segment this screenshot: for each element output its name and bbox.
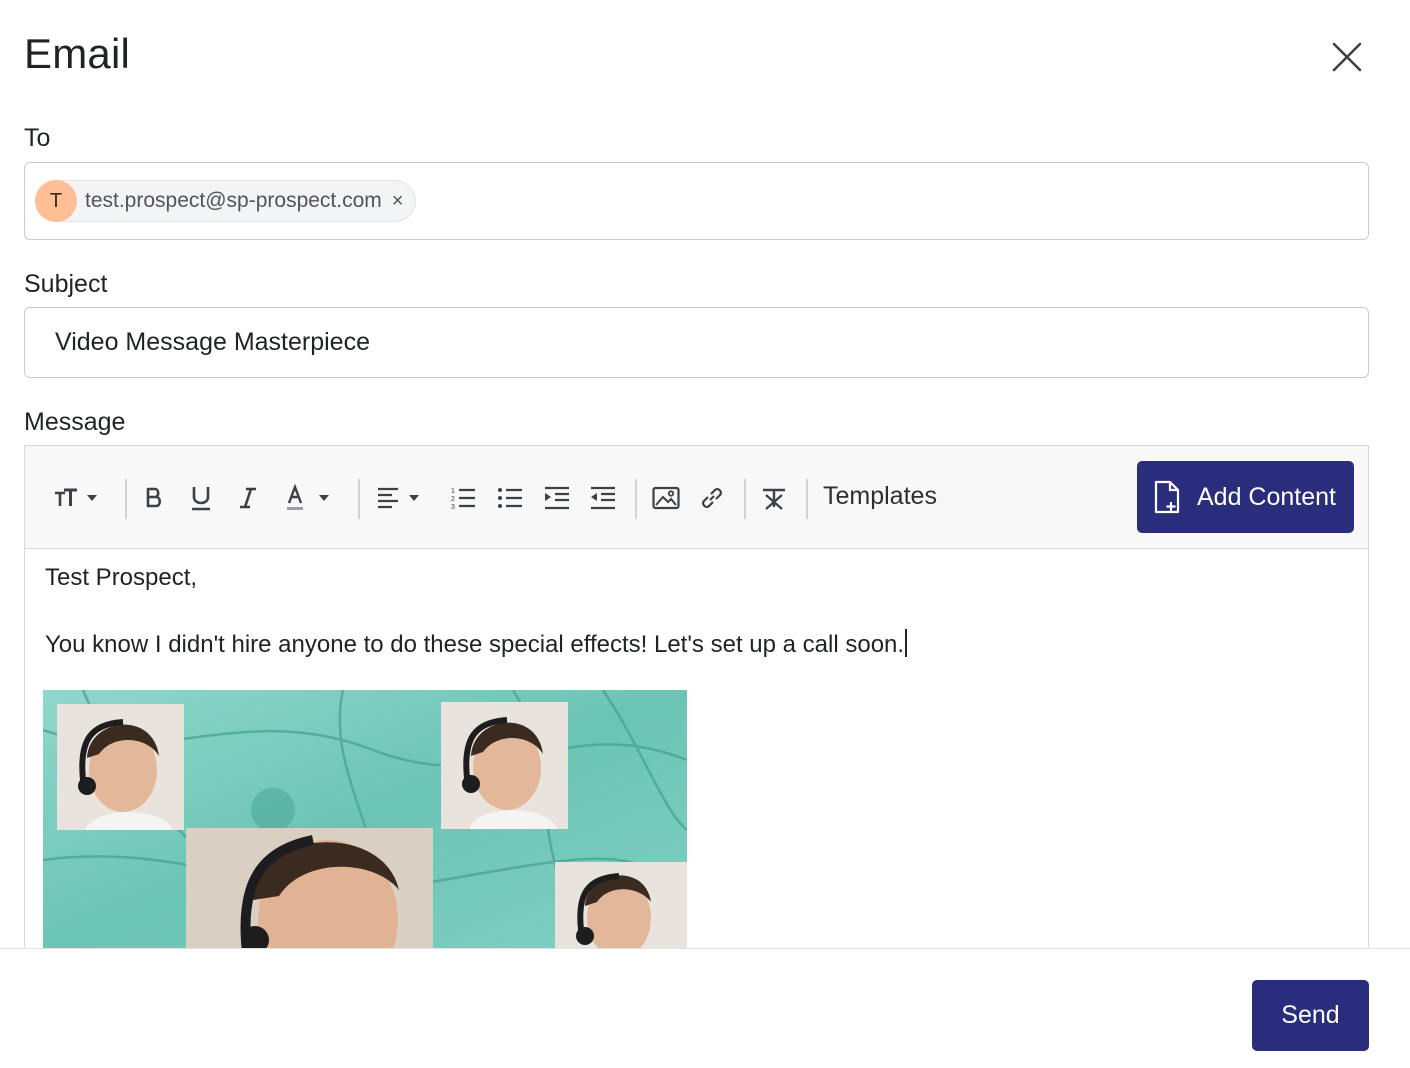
- to-field[interactable]: T test.prospect@sp-prospect.com ×: [24, 162, 1369, 240]
- insert-image-button[interactable]: [651, 478, 681, 518]
- avatar: T: [35, 180, 77, 222]
- font-size-button[interactable]: [49, 478, 105, 518]
- to-label: To: [24, 124, 51, 152]
- bullet-list-button[interactable]: [496, 478, 524, 518]
- italic-icon: [240, 487, 256, 509]
- indent-icon: [545, 486, 569, 510]
- toolbar-divider: [744, 479, 746, 519]
- recipient-email: test.prospect@sp-prospect.com: [85, 189, 382, 212]
- outdent-icon: [591, 486, 615, 510]
- video-frame-4: [555, 862, 687, 952]
- align-icon: [378, 487, 419, 509]
- outdent-button[interactable]: [589, 478, 617, 518]
- svg-text:3: 3: [451, 504, 455, 511]
- font-size-icon: [55, 488, 97, 506]
- insert-link-button[interactable]: [697, 478, 727, 518]
- video-thumbnail-graphic: [43, 690, 687, 952]
- align-button[interactable]: [375, 478, 427, 518]
- message-paragraph: You know I didn't hire anyone to do thes…: [45, 631, 905, 658]
- close-button[interactable]: [1324, 34, 1370, 80]
- remove-recipient-button[interactable]: ×: [392, 191, 404, 211]
- clear-format-icon: [763, 488, 785, 510]
- editor-toolbar: 1 2 3 Templates Add Content: [25, 446, 1368, 549]
- video-frame-3: [186, 828, 433, 952]
- toolbar-divider: [806, 479, 808, 519]
- indent-button[interactable]: [543, 478, 571, 518]
- toolbar-divider: [125, 479, 127, 519]
- clear-format-button[interactable]: [759, 478, 789, 518]
- close-icon: [1332, 42, 1362, 72]
- link-icon: [702, 488, 722, 508]
- underline-icon: [192, 487, 210, 511]
- ordered-list-icon: 1 2 3: [451, 488, 475, 511]
- svg-text:2: 2: [451, 496, 455, 503]
- underline-button[interactable]: [187, 478, 215, 518]
- dialog-footer: [0, 948, 1410, 1068]
- text-cursor: [905, 629, 908, 657]
- toolbar-divider: [635, 479, 637, 519]
- add-content-label: Add Content: [1197, 482, 1336, 511]
- image-icon: [652, 486, 680, 510]
- text-color-icon: [287, 483, 329, 510]
- file-add-icon: [1154, 480, 1180, 514]
- svg-text:1: 1: [451, 488, 455, 495]
- video-frame-2: [441, 702, 568, 829]
- add-content-button[interactable]: Add Content: [1137, 461, 1354, 533]
- video-frame-1: [57, 704, 184, 830]
- ordered-list-button[interactable]: 1 2 3: [449, 478, 477, 518]
- subject-input[interactable]: Video Message Masterpiece: [24, 307, 1369, 378]
- dialog-title: Email: [24, 30, 131, 77]
- message-greeting: Test Prospect,: [45, 564, 198, 591]
- text-color-button[interactable]: [283, 478, 335, 518]
- message-label: Message: [24, 408, 126, 436]
- bold-icon: [146, 487, 162, 508]
- templates-button[interactable]: Templates: [823, 482, 937, 511]
- video-thumbnail-image[interactable]: [43, 690, 687, 952]
- recipient-chip[interactable]: T test.prospect@sp-prospect.com ×: [35, 180, 417, 222]
- bullet-list-icon: [498, 488, 522, 508]
- bold-button[interactable]: [141, 478, 167, 518]
- send-button[interactable]: Send: [1252, 980, 1369, 1051]
- message-editor[interactable]: 1 2 3 Templates Add Content Test Prospec…: [24, 445, 1369, 1005]
- italic-button[interactable]: [235, 478, 261, 518]
- subject-label: Subject: [24, 270, 108, 298]
- toolbar-divider: [358, 479, 360, 519]
- message-paragraph-line: You know I didn't hire anyone to do thes…: [45, 629, 908, 659]
